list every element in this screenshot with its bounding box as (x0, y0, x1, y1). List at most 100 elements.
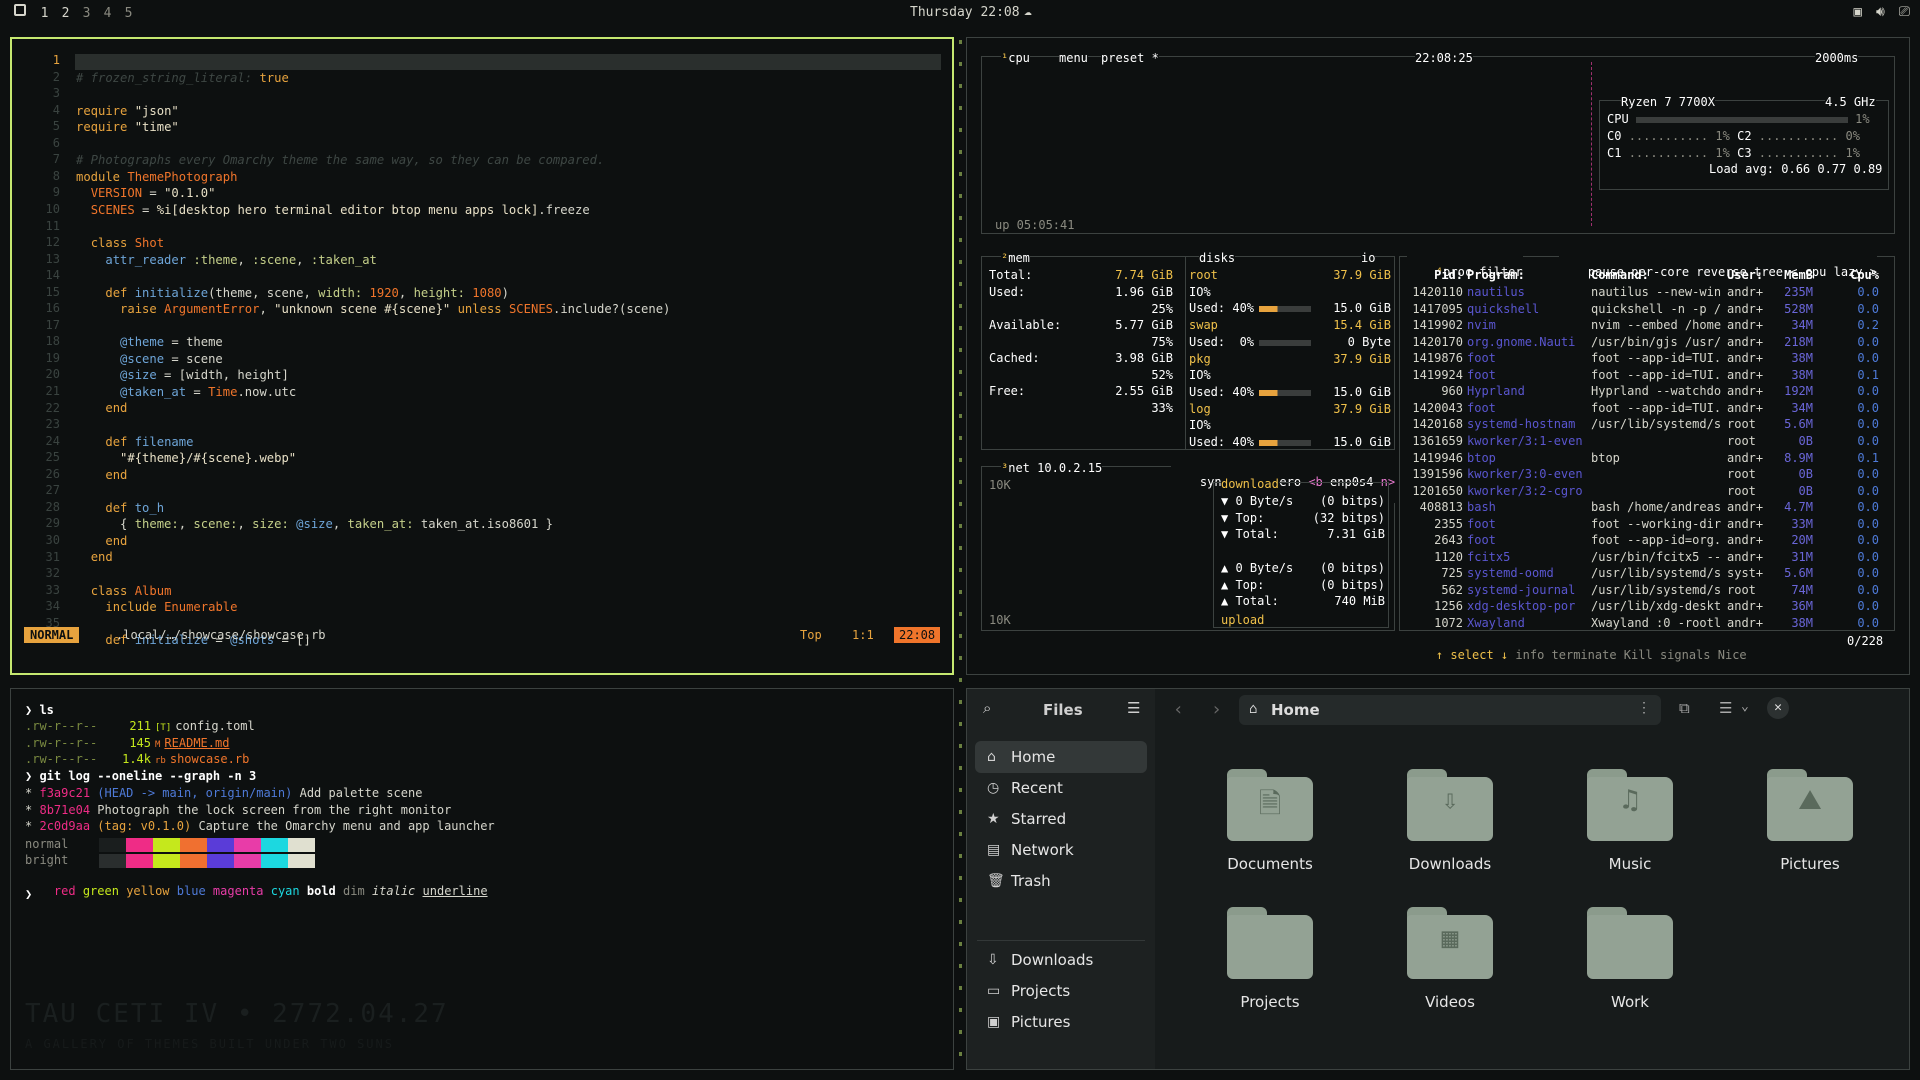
sidebar-item-starred[interactable]: ★ Starred (975, 803, 1147, 835)
update-interval[interactable]: 2000ms (1815, 51, 1859, 65)
proc-info[interactable]: info (1515, 648, 1544, 662)
folder-downloads[interactable]: ⇩ Downloads (1390, 769, 1510, 873)
net-stat-label: ▲ 0 Byte/s (1221, 561, 1294, 575)
nvim-window[interactable]: 1 2 3 4 5 6 7 8 9 10 11 12 13 14 15 16 17 18 19 20 21 22 23 24 2… (10, 37, 954, 675)
prompt-empty[interactable]: ❯ (25, 887, 32, 901)
io-toggle[interactable]: io (1361, 251, 1375, 265)
proc-signals[interactable]: signals (1660, 648, 1711, 662)
display-icon[interactable]: ⎚ (1899, 4, 1910, 20)
workspace-3[interactable]: 3 (76, 6, 97, 21)
sidebar-item-network[interactable]: ▤ Network (975, 834, 1147, 866)
workspace-4[interactable]: 4 (97, 6, 118, 21)
disk-used: Used: 0% (1189, 334, 1255, 349)
folder-pictures[interactable]: ⛰︎ Pictures (1750, 769, 1870, 873)
forward-icon[interactable]: › (1211, 699, 1222, 720)
sidebar-item-home[interactable]: ⌂ Home (975, 741, 1147, 773)
folder-videos[interactable]: ▦ Videos (1390, 907, 1510, 1011)
proc-cell: btop (1591, 450, 1620, 465)
mode-indicator: NORMAL (24, 627, 80, 643)
sidebar-item-pictures[interactable]: ▣ Pictures (975, 1006, 1147, 1038)
file-path: .local/…/showcase/showcase.rb (116, 628, 326, 642)
proc-cell: 408813 (1419, 500, 1463, 515)
line-number: 34 (45, 599, 60, 614)
menu-icon[interactable]: ☰ (1127, 699, 1140, 717)
folder-documents[interactable]: 🗎︎ Documents (1210, 769, 1330, 873)
word-yellow: yellow (126, 884, 170, 898)
line-number: 32 (45, 566, 60, 581)
search-icon[interactable]: ⌕ (983, 699, 991, 717)
proc-terminate[interactable]: terminate (1552, 648, 1617, 662)
code-buffer[interactable]: # frozen_string_literal: true require "j… (76, 53, 670, 649)
menu-button[interactable]: menu (1059, 51, 1088, 65)
image-icon: ▣ (987, 1014, 1001, 1030)
weather-icon[interactable]: ☁ (1024, 4, 1032, 19)
close-icon[interactable]: ✕ (1767, 697, 1789, 719)
net-title: net (1008, 461, 1030, 475)
screen-icon[interactable]: ▣ (1854, 4, 1862, 20)
proc-cell: nvim --embed /home (1591, 318, 1722, 333)
net-stat-label: ▲ Top: (1221, 577, 1265, 592)
mem-title: mem (1008, 251, 1030, 265)
proc-nice[interactable]: Nice (1718, 648, 1747, 662)
proc-header[interactable]: Pid: (1401, 268, 1463, 282)
download-icon: ⇩ (987, 952, 999, 968)
sidebar-item-label: Recent (1011, 779, 1063, 797)
files-window[interactable]: ⌕ Files ☰ ⌂ Home ◷ Recent ★ Starred ▤ Network 🗑︎… (966, 688, 1910, 1070)
folder-icon: ♫ (1587, 769, 1673, 841)
sidebar-item-projects[interactable]: ▭ Projects (975, 975, 1147, 1007)
core-c1: C1 (1607, 146, 1622, 160)
clock[interactable]: Thursday 22:08 (910, 5, 1020, 20)
back-icon[interactable]: ‹ (1173, 699, 1184, 720)
sidebar-item-downloads[interactable]: ⇩ Downloads (975, 944, 1147, 976)
proc-header[interactable]: MemB (1773, 268, 1813, 282)
view-options-icon[interactable]: ⌄ (1741, 699, 1749, 714)
git-log-row: * f3a9c21 (HEAD -> main, origin/main) Ad… (25, 786, 430, 800)
location-bar[interactable]: ⌂ Home ⋮ (1239, 695, 1661, 725)
line-number: 7 (52, 152, 60, 167)
folder-icon: ⇩ (1407, 769, 1493, 841)
core-c0-pct: 1% (1715, 129, 1730, 143)
line-number: 31 (45, 549, 60, 564)
new-tab-icon[interactable]: ⧉ (1679, 699, 1690, 717)
line-number: 11 (45, 218, 60, 233)
position-top: Top (800, 628, 822, 642)
workspace-1[interactable]: 1 (34, 6, 55, 21)
btop-window[interactable]: ¹cpu menu preset * 22:08:25 2000ms up 05… (966, 37, 1910, 675)
divider (959, 40, 962, 1070)
proc-kill[interactable]: Kill (1624, 648, 1653, 662)
volume-icon[interactable]: 🔊︎ (1876, 4, 1885, 20)
disk-used-value: 15.0 GiB (1333, 384, 1391, 399)
folder-music[interactable]: ♫ Music (1570, 769, 1690, 873)
apps-icon[interactable] (14, 4, 26, 16)
proc-cell: foot (1467, 533, 1496, 548)
workspace-5[interactable]: 5 (118, 6, 139, 21)
proc-cell: Xwayland (1467, 616, 1525, 630)
folder-work[interactable]: Work (1570, 907, 1690, 1011)
color-swatch (153, 853, 180, 868)
mem-available-pct: 75% (1151, 335, 1173, 349)
sidebar-item-recent[interactable]: ◷ Recent (975, 772, 1147, 804)
palette-bright-row: bright (25, 853, 315, 868)
proc-cell: 0B (1798, 483, 1813, 498)
list-view-icon[interactable]: ☰ (1719, 699, 1732, 717)
proc-cell: 0.1 (1857, 367, 1879, 382)
preset-button[interactable]: preset * (1101, 51, 1159, 65)
proc-cell: 20M (1791, 533, 1813, 548)
workspace-2[interactable]: 2 (55, 6, 76, 21)
proc-cell: 5.6M (1784, 417, 1813, 432)
core-c3: C3 (1737, 146, 1752, 160)
location-menu-icon[interactable]: ⋮ (1637, 700, 1651, 716)
proc-cell: 0.0 (1857, 516, 1879, 531)
proc-header[interactable]: Program: (1467, 268, 1587, 282)
proc-cell: 38M (1791, 367, 1813, 382)
trash-icon: 🗑︎ (987, 873, 1005, 889)
terminal-window[interactable]: ❯ ls .rw-r--r-- 211 [T] config.toml .rw-r--r… (10, 688, 954, 1070)
proc-cell: btop (1467, 450, 1496, 465)
sidebar-item-trash[interactable]: 🗑︎ Trash (975, 865, 1147, 897)
proc-header[interactable]: Cpu% (1819, 268, 1879, 282)
proc-select[interactable]: ↑ select ↓ (1436, 648, 1508, 662)
proc-header[interactable]: User: (1727, 268, 1775, 282)
proc-header[interactable]: Command: (1591, 268, 1723, 282)
core-c0: C0 (1607, 129, 1622, 143)
folder-projects[interactable]: Projects (1210, 907, 1330, 1011)
